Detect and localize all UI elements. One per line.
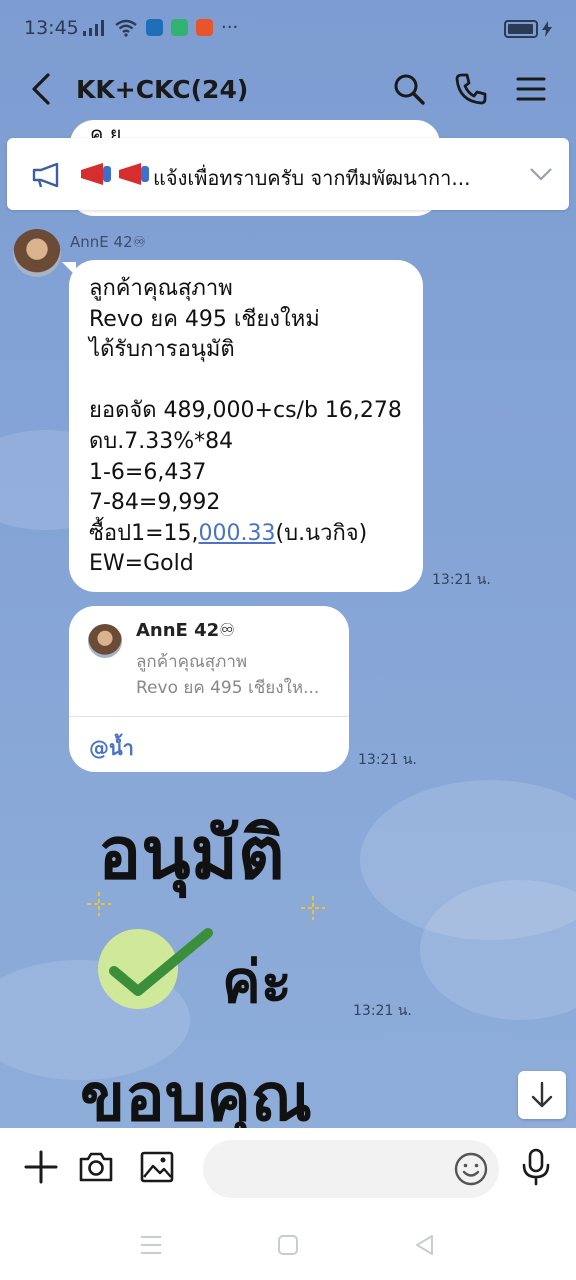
- microphone-icon[interactable]: [517, 1148, 555, 1186]
- emoji-icon[interactable]: [452, 1150, 490, 1188]
- message-timestamp: 13:21 น.: [432, 572, 491, 588]
- scroll-to-bottom-button[interactable]: [518, 1071, 566, 1119]
- back-arrow-icon[interactable]: [28, 72, 58, 106]
- sticker-text: อนุมัติ: [98, 810, 285, 895]
- message-line: 1-6=6,437: [89, 459, 207, 485]
- megaphone-icon: [32, 162, 59, 188]
- announcement-banner[interactable]: แจ้งเพื่อทราบครับ จากทีมพัฒนากา...: [7, 138, 569, 210]
- signal-icon: [83, 19, 104, 36]
- search-icon[interactable]: [392, 72, 426, 106]
- battery-icon: [504, 20, 552, 38]
- message-bubble[interactable]: ลูกค้าคุณสุภาพ Revo ยค 495 เชียงใหม่ ได้…: [69, 260, 423, 592]
- back-nav-icon[interactable]: [413, 1233, 435, 1257]
- menu-icon[interactable]: [514, 72, 548, 106]
- approved-sticker[interactable]: อนุมัติ ค่ะ ขอบคุณ: [76, 795, 346, 1136]
- status-bar: 13:45 ···: [0, 0, 576, 58]
- quoted-text-line: Revo ยค 495 เชียงให...: [136, 678, 320, 698]
- recent-apps-icon[interactable]: [139, 1234, 163, 1256]
- message-timestamp: 13:21 น.: [353, 1003, 412, 1019]
- notification-shop-icon: [196, 19, 213, 36]
- chat-title[interactable]: KK+CKC(24): [76, 75, 248, 104]
- phone-icon[interactable]: [454, 72, 488, 106]
- image-icon[interactable]: [138, 1148, 176, 1186]
- checkmark-icon: [98, 928, 213, 1009]
- camera-icon[interactable]: [77, 1148, 115, 1186]
- mention-link[interactable]: @น้ำ: [89, 732, 134, 764]
- sparkle-icon: [301, 896, 325, 920]
- message-line: Revo ยค 495 เชียงใหม่: [89, 306, 320, 332]
- phone-number-link[interactable]: 000.33: [199, 521, 276, 546]
- reply-message-bubble[interactable]: AnnE 42♾ ลูกค้าคุณสุภาพ Revo ยค 495 เชีย…: [69, 606, 349, 772]
- notification-calendar-icon: [171, 19, 188, 36]
- message-timestamp: 13:21 น.: [358, 752, 417, 768]
- chevron-down-icon[interactable]: [529, 166, 553, 182]
- quoted-text-line: ลูกค้าคุณสุภาพ: [136, 652, 248, 672]
- quoted-avatar: [88, 624, 122, 658]
- message-line: ยอดจัด 489,000+cs/b 16,278: [89, 398, 402, 424]
- notification-app-icon: [146, 19, 163, 36]
- divider: [69, 716, 349, 717]
- system-navigation-bar: [0, 1210, 576, 1280]
- chat-header: KK+CKC(24): [0, 58, 576, 122]
- sender-name[interactable]: AnnE 42♾: [70, 233, 146, 251]
- home-icon[interactable]: [277, 1234, 299, 1256]
- message-line: 7-84=9,992: [89, 490, 221, 516]
- message-line: [89, 366, 402, 397]
- loudspeaker-emoji-icon: [81, 163, 111, 185]
- quoted-sender-name: AnnE 42♾: [136, 620, 236, 641]
- message-line: ดบ.7.33%*84: [89, 428, 234, 454]
- message-line: EW=Gold: [89, 551, 194, 577]
- more-notifications-icon: ···: [221, 17, 239, 38]
- wifi-icon: [115, 19, 137, 37]
- message-line: ซื้อป1=15,000.33(บ.นวกิจ): [89, 520, 368, 546]
- loudspeaker-emoji-icon-2: [119, 163, 149, 185]
- status-time: 13:45: [24, 17, 79, 39]
- sticker-text: ค่ะ: [222, 948, 292, 1016]
- arrow-down-icon: [531, 1081, 553, 1108]
- message-input-bar: [0, 1128, 576, 1210]
- plus-icon[interactable]: [22, 1148, 60, 1186]
- message-line: ได้รับการอนุมัติ: [89, 337, 235, 363]
- sender-avatar[interactable]: [13, 229, 61, 277]
- announcement-text: แจ้งเพื่อทราบครับ จากทีมพัฒนากา...: [153, 166, 471, 190]
- message-line: ลูกค้าคุณสุภาพ: [89, 276, 233, 301]
- sparkle-icon: [87, 892, 111, 916]
